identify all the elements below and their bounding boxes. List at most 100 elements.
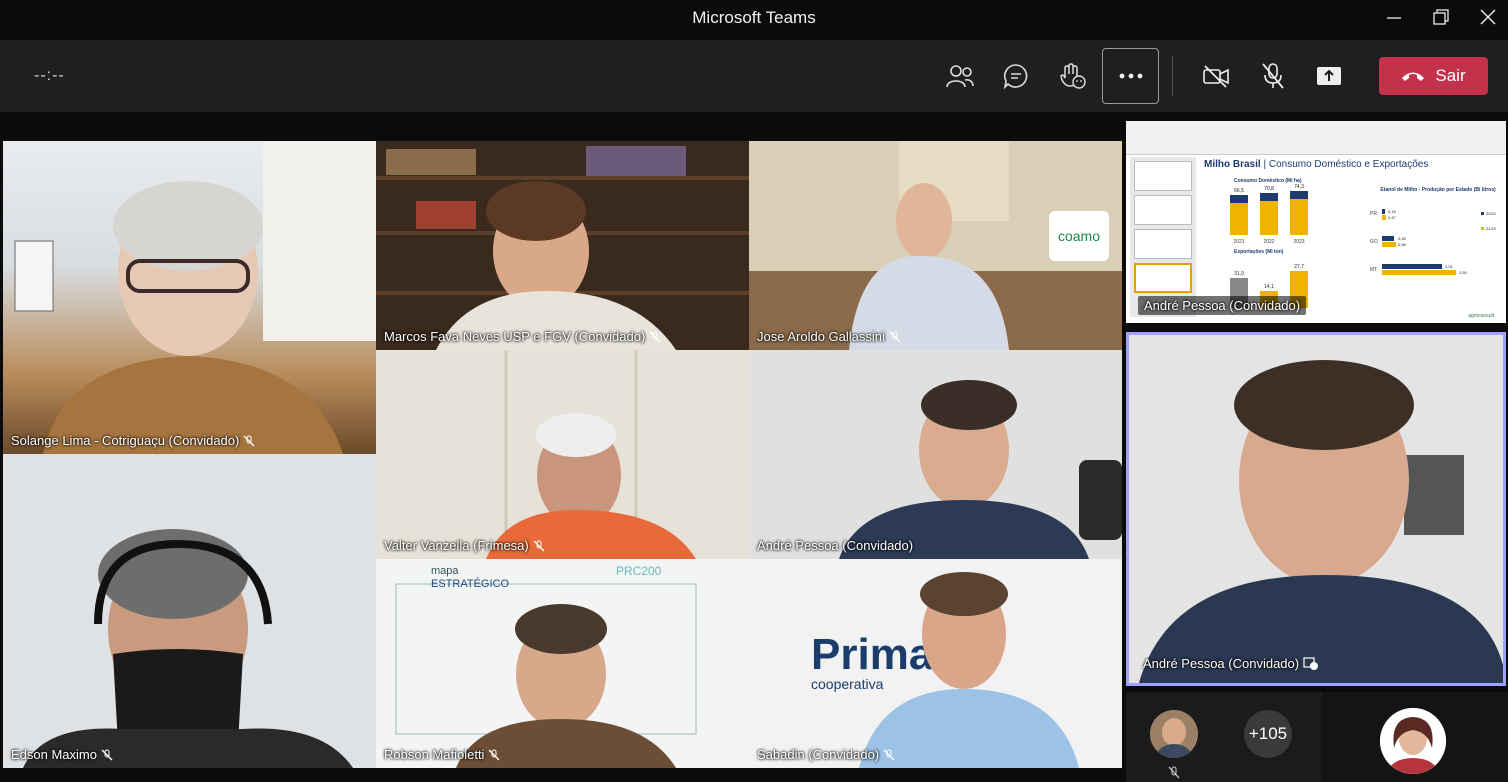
year-label: 2021 [1233,239,1244,245]
avatar-image [1150,710,1198,758]
close-icon [1480,9,1496,25]
video-tile[interactable]: Edson Maximo [3,454,376,768]
bar-value: 74,3 [1294,184,1304,190]
mic-off-icon [1262,63,1284,89]
svg-text:coamo: coamo [1058,228,1100,244]
slide-subtitle: Consumo Doméstico e Exportações [1268,159,1429,170]
svg-text:mapa: mapa [431,565,459,577]
svg-text:ESTRATÉGICO: ESTRATÉGICO [431,577,509,590]
svg-text:21/22: 21/22 [1486,226,1497,231]
svg-text:0,58: 0,58 [1398,242,1407,247]
close-button[interactable] [1468,4,1508,30]
chart3-title: Etanol de Milho - Produção por Estado (B… [1380,187,1496,193]
share-screen-button[interactable] [1305,52,1353,100]
mic-off-icon [488,749,500,760]
reactions-button[interactable] [1048,52,1096,100]
chat-button[interactable] [992,52,1040,100]
svg-text:20/21: 20/21 [1486,211,1497,216]
participant-video [376,350,749,559]
shared-screen-tile[interactable]: Milho Brasil | Consumo Doméstico e Expor… [1126,121,1506,323]
svg-text:cooperativa: cooperativa [811,676,884,692]
mic-off-icon [649,331,661,342]
participant-video: coamo [749,141,1122,350]
bar-value: 70,8 [1264,186,1274,192]
participant-name-label: Marcos Fava Neves USP e FGV (Convidado) [384,329,661,344]
toolbar-divider [1172,56,1173,96]
camera-off-icon [1203,65,1229,88]
participant-video [749,350,1122,559]
pin-icon [1303,656,1319,670]
leave-button[interactable]: Sair [1379,57,1488,95]
mic-off-icon [243,435,255,446]
year-label: 2022 [1263,239,1274,245]
svg-text:0,15: 0,15 [1388,209,1397,214]
restore-button[interactable] [1421,4,1461,30]
avatar[interactable] [1150,710,1198,758]
slide-title: Milho Brasil [1204,159,1261,170]
more-icon [1119,73,1142,79]
mic-off-icon [101,749,113,760]
pinned-video-tile[interactable]: André Pessoa (Convidado) [1126,332,1506,686]
svg-text:PRC200: PRC200 [616,564,662,578]
year-label: 2023 [1293,239,1304,245]
participant-name-label: Edson Maximo [11,747,113,762]
camera-toggle-button[interactable] [1192,52,1240,100]
svg-text:0,47: 0,47 [1388,215,1397,220]
mic-off-icon [883,749,895,760]
participant-name-label: Jose Aroldo Gallassini [757,329,901,344]
more-actions-button[interactable] [1102,48,1159,104]
slide-ribbon [1126,121,1506,155]
participant-name-label: André Pessoa (Convidado) [1143,656,1319,671]
phone-hangup-icon [1402,72,1425,81]
svg-text:2,50: 2,50 [1459,270,1468,275]
video-tile[interactable]: André Pessoa (Convidado) [749,350,1122,559]
share-icon [1317,67,1341,85]
state-label: PR [1370,211,1377,217]
participant-name-label: Valter Vanzella (Frimesa) [384,538,545,553]
participants-icon [946,65,974,88]
minimize-icon [1387,17,1401,19]
slide-charts: 66,5 70,8 74,3 2021 2022 2023 31,9 14,1 … [1230,184,1308,308]
bar-value: 31,9 [1234,271,1244,277]
meeting-timer: --:-- [34,67,65,84]
svg-text:Prima: Prima [811,630,934,679]
presenter-name-label: André Pessoa (Convidado) [1138,296,1307,315]
title-bar: Microsoft Teams [0,0,1508,36]
more-participants-button[interactable]: +105 [1244,710,1292,758]
avatar[interactable] [1380,708,1446,774]
self-view [1322,692,1508,782]
bar-value: 27,7 [1294,264,1304,270]
minimize-button[interactable] [1374,4,1414,30]
mic-off-icon [1168,766,1180,779]
mic-off-icon [533,540,545,551]
slide-title-row: Milho Brasil | Consumo Doméstico e Expor… [1204,159,1429,170]
state-label: MT [1370,267,1377,273]
leave-label: Sair [1435,66,1466,85]
meeting-toolbar: --:-- Sair [0,40,1508,112]
participant-name-label: Robson Mafioletti [384,747,500,762]
participant-name-label: André Pessoa (Convidado) [757,538,914,553]
slide-brand: agroconsult [1468,313,1494,319]
video-tile[interactable]: Marcos Fava Neves USP e FGV (Convidado) [376,141,749,350]
video-tile[interactable]: Prima cooperativa Sabadin (Convidado) [749,559,1122,768]
slide-thumbnails [1130,157,1196,317]
video-tile[interactable]: Solange Lima - Cotriguaçu (Convidado) [3,141,376,454]
participant-video [1129,335,1503,683]
overflow-roster: +105 [1126,692,1508,782]
participant-name-label: Solange Lima - Cotriguaçu (Convidado) [11,433,255,448]
video-tile[interactable]: mapa ESTRATÉGICO PRC200 Robson Mafiolett… [376,559,749,768]
participant-video [376,146,749,350]
window-title: Microsoft Teams [692,8,816,27]
participant-video [14,141,376,454]
mic-off-icon [889,331,901,342]
bar-value: 66,5 [1234,188,1244,194]
participant-video: mapa ESTRATÉGICO PRC200 [376,559,749,768]
participant-video [3,454,376,768]
mic-toggle-button[interactable] [1249,52,1297,100]
bar-value: 14,1 [1264,284,1274,290]
svg-text:0,45: 0,45 [1398,236,1407,241]
video-tile[interactable]: Valter Vanzella (Frimesa) [376,350,749,559]
chat-icon [1003,64,1028,89]
video-tile[interactable]: coamo Jose Aroldo Gallassini [749,141,1122,350]
participants-button[interactable] [936,52,984,100]
